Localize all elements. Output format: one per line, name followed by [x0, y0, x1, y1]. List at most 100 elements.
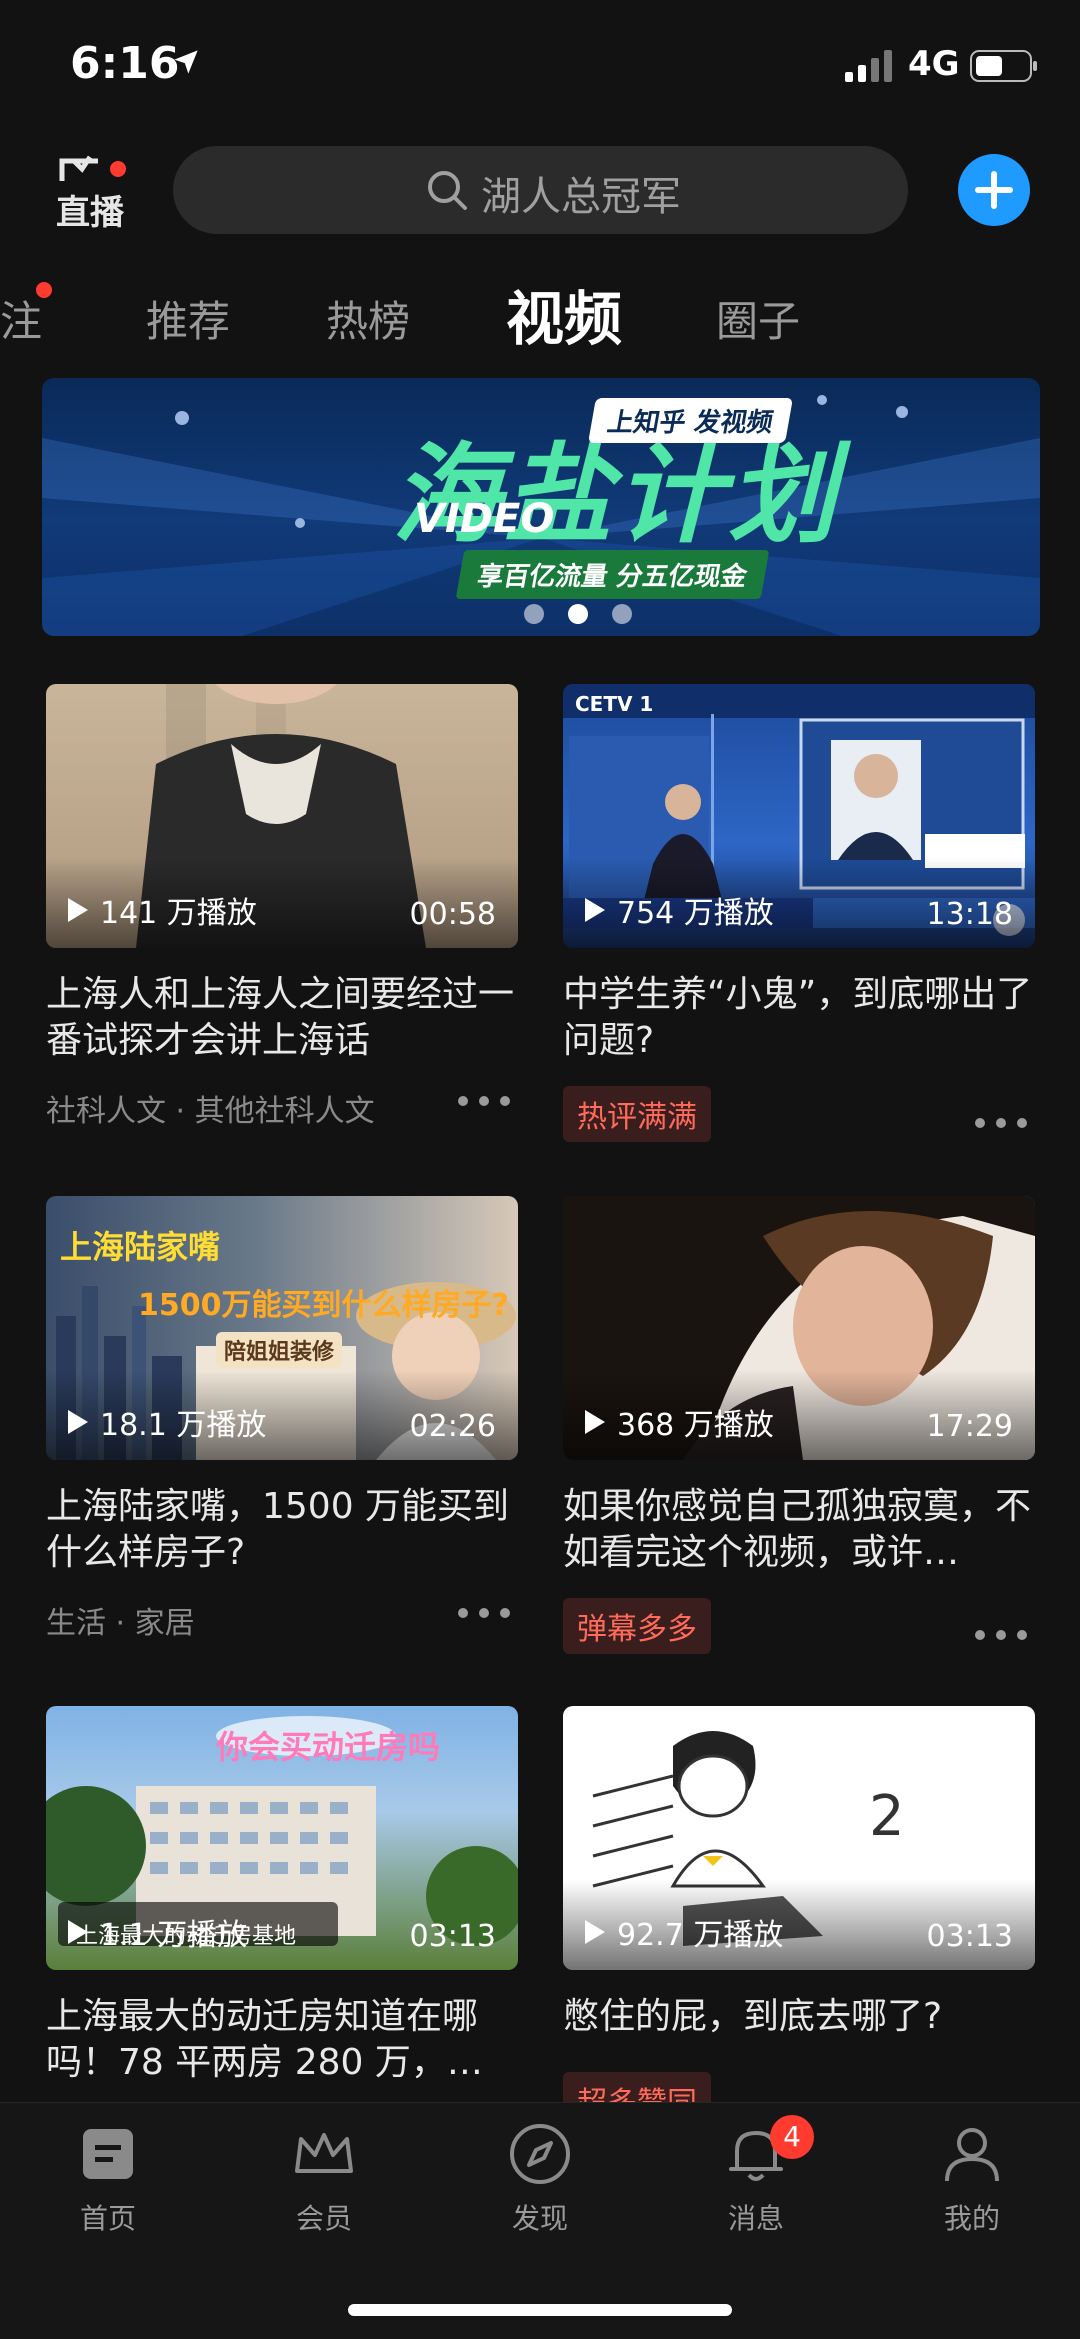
video-title[interactable]: 憋住的屁，到底去哪了? [563, 1994, 1035, 2040]
video-duration: 03:13 [926, 1919, 1013, 1954]
video-duration: 17:29 [926, 1409, 1013, 1444]
play-icon [68, 1920, 88, 1944]
plus-icon [975, 171, 1013, 209]
nav-discover-label: 发现 [511, 2202, 568, 2235]
play-icon [68, 898, 88, 922]
banner-video-text: VIDEO [414, 496, 555, 542]
play-icon [585, 1410, 605, 1434]
video-duration: 13:18 [926, 897, 1013, 932]
play-count-text: 754 万播放 [617, 896, 774, 931]
messages-badge: 4 [770, 2115, 814, 2159]
video-thumbnail[interactable]: CETV 1 754 万播放 13:18 [563, 684, 1035, 948]
video-duration: 00:58 [409, 897, 496, 932]
banner-tag: 上知乎 发视频 [588, 398, 794, 443]
banner-subtitle: 享百亿流量 分五亿现金 [455, 550, 770, 599]
crown-icon [295, 2133, 353, 2173]
location-arrow-icon [174, 50, 198, 74]
tab-hot-list[interactable]: 热榜 [326, 288, 410, 349]
compass-icon [510, 2124, 570, 2184]
play-count-text: 368 万播放 [617, 1408, 774, 1443]
thumbnail-caption: 上海陆家嘴 [60, 1228, 221, 1266]
play-icon [68, 1410, 88, 1434]
video-thumbnail[interactable]: 2 92.7 万播放 03:13 [563, 1706, 1035, 1970]
live-notification-dot [110, 161, 126, 177]
search-placeholder: 湖人总冠军 [481, 174, 681, 220]
tab-recommend[interactable]: 推荐 [146, 288, 230, 349]
network-type: 4G [908, 44, 960, 84]
video-card[interactable]: 141 万播放 00:58 上海人和上海人之间要经过一番试探才会讲上海话 社科人… [46, 684, 518, 1144]
play-count: 18.1 万播放 [68, 1400, 266, 1444]
video-tag: 热评满满 [563, 1086, 711, 1142]
play-count-text: 141 万播放 [100, 896, 257, 931]
video-card[interactable]: 上海陆家嘴 1500万能买到什么样房子? 陪姐姐装修 18.1 万播放 02:2… [46, 1196, 518, 1656]
tab-circles[interactable]: 圈子 [716, 288, 800, 349]
home-icon [83, 2129, 133, 2179]
nav-member[interactable]: 会员 [254, 2121, 394, 2237]
more-options-icon[interactable] [975, 1118, 1027, 1130]
play-count: 754 万播放 [585, 888, 774, 932]
play-icon [585, 898, 605, 922]
video-tag: 超多赞同 [563, 2072, 711, 2102]
more-options-icon[interactable] [458, 1608, 510, 1620]
tab-video[interactable]: 视频 [506, 272, 622, 356]
video-card[interactable]: 你会买动迁房吗 上海最大的动迁房基地 1.1 万播放 03:13 上海最大的动迁… [46, 1706, 518, 2102]
nav-discover[interactable]: 发现 [470, 2121, 610, 2237]
nav-profile-label: 我的 [943, 2202, 1000, 2235]
nav-member-label: 会员 [295, 2202, 352, 2235]
play-count-text: 92.7 万播放 [617, 1918, 784, 1953]
video-thumbnail[interactable]: 141 万播放 00:58 [46, 684, 518, 948]
live-label: 直播 [56, 193, 124, 233]
video-tag: 弹幕多多 [563, 1598, 711, 1654]
video-card[interactable]: 2 92.7 万播放 03:13 憋住的屁，到底去哪了? 超多赞同 [563, 1706, 1035, 2102]
video-title[interactable]: 上海人和上海人之间要经过一番试探才会讲上海话 [46, 972, 518, 1064]
channel-logo: CETV 1 [575, 692, 654, 716]
play-count: 1.1 万播放 [68, 1910, 247, 1954]
banner-dot[interactable] [612, 604, 632, 624]
tv-antenna-icon [59, 155, 98, 181]
video-title[interactable]: 上海最大的动迁房知道在哪吗！78 平两房 280 万，… [46, 1994, 518, 2086]
tab-following-dot [36, 282, 52, 298]
play-count-text: 18.1 万播放 [100, 1408, 267, 1443]
status-bar: 6:16 4G [0, 0, 1080, 130]
video-category: 社科人文 · 其他社科人文 [46, 1094, 375, 1129]
nav-home[interactable]: 首页 [38, 2121, 178, 2237]
banner-dot-active[interactable] [568, 604, 588, 624]
battery-icon [970, 50, 1037, 82]
promo-banner[interactable]: 海盐计划 VIDEO 上知乎 发视频 享百亿流量 分五亿现金 [42, 378, 1040, 636]
live-button[interactable]: 直播 [50, 155, 130, 235]
video-thumbnail[interactable]: 368 万播放 17:29 [563, 1196, 1035, 1460]
video-card[interactable]: CETV 1 754 万播放 13:18 中学生养“小鬼”，到底哪出了问题? 热… [563, 684, 1035, 1144]
video-title[interactable]: 如果你感觉自己孤独寂寞，不如看完这个视频，或许… [563, 1484, 1035, 1576]
search-icon [428, 171, 467, 210]
signal-icon [845, 50, 892, 82]
thumbnail-caption: 陪姐姐装修 [216, 1332, 343, 1368]
add-button[interactable] [958, 154, 1030, 226]
video-duration: 02:26 [409, 1409, 496, 1444]
status-time: 6:16 [70, 38, 180, 89]
thumbnail-caption: 1500万能买到什么样房子? [138, 1288, 509, 1323]
play-icon [585, 1920, 605, 1944]
video-title[interactable]: 上海陆家嘴，1500 万能买到什么样房子? [46, 1484, 518, 1576]
video-card[interactable]: 368 万播放 17:29 如果你感觉自己孤独寂寞，不如看完这个视频，或许… 弹… [563, 1196, 1035, 1656]
video-title[interactable]: 中学生养“小鬼”，到底哪出了问题? [563, 972, 1035, 1064]
banner-pagination [524, 604, 656, 626]
nav-messages[interactable]: 4 消息 [686, 2115, 826, 2237]
play-count-text: 1.1 万播放 [100, 1918, 248, 1953]
thumbnail-caption: 2 [869, 1784, 905, 1849]
play-count: 141 万播放 [68, 888, 257, 932]
nav-profile[interactable]: 我的 [902, 2121, 1042, 2237]
tab-following[interactable]: 注 [0, 288, 42, 349]
video-thumbnail[interactable]: 你会买动迁房吗 上海最大的动迁房基地 1.1 万播放 03:13 [46, 1706, 518, 1970]
person-icon [945, 2128, 999, 2182]
video-thumbnail[interactable]: 上海陆家嘴 1500万能买到什么样房子? 陪姐姐装修 18.1 万播放 02:2… [46, 1196, 518, 1460]
search-input[interactable]: 湖人总冠军 [173, 146, 908, 234]
nav-home-label: 首页 [79, 2202, 136, 2235]
tab-bar: 注 推荐 热榜 视频 圈子 [0, 270, 1080, 360]
more-options-icon[interactable] [975, 1630, 1027, 1642]
banner-dot[interactable] [524, 604, 544, 624]
home-indicator[interactable] [348, 2304, 732, 2316]
play-count: 368 万播放 [585, 1400, 774, 1444]
video-duration: 03:13 [409, 1919, 496, 1954]
nav-messages-label: 消息 [727, 2202, 784, 2235]
more-options-icon[interactable] [458, 1096, 510, 1108]
